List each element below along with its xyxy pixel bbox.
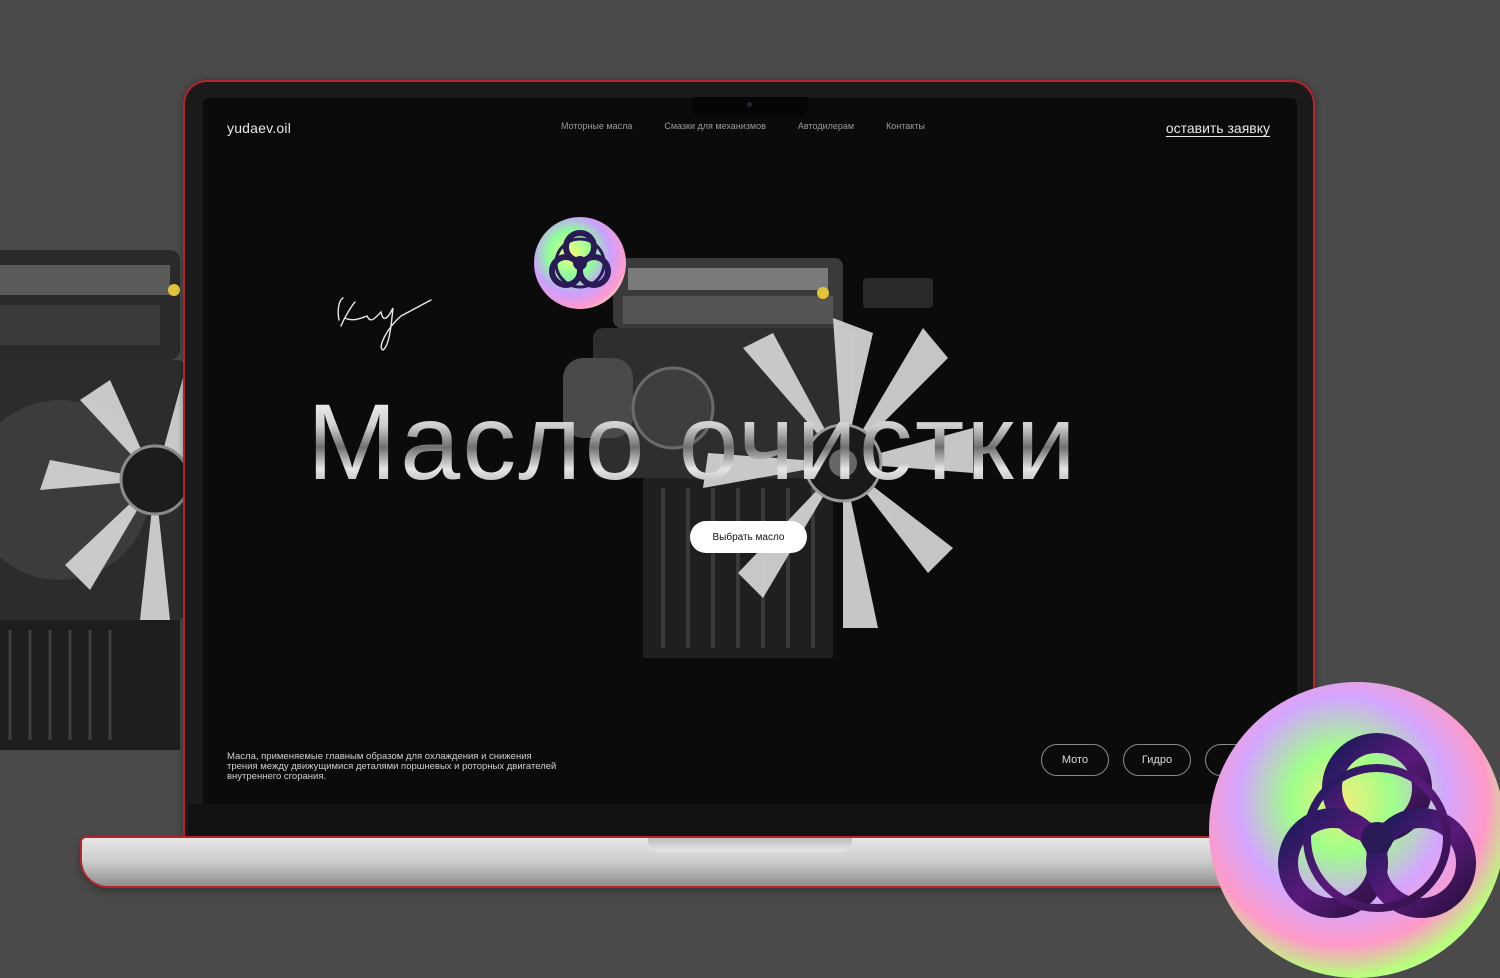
biohazard-icon [1209, 682, 1500, 978]
request-link[interactable]: оставить заявку [1166, 120, 1270, 136]
laptop-lid-bezel [188, 804, 1310, 840]
laptop-screen: yudaev.oil Моторные масла Смазки для мех… [203, 98, 1297, 804]
signature-mark [337, 297, 432, 351]
laptop-base-notch [648, 838, 852, 852]
nav-item-lubricants[interactable]: Смазки для механизмов [664, 121, 766, 131]
nav-item-contacts[interactable]: Контакты [886, 121, 925, 131]
camera-icon [747, 102, 752, 107]
choose-oil-button[interactable]: Выбрать масло [690, 521, 807, 553]
site-logo[interactable]: yudaev.oil [227, 120, 291, 136]
laptop-notch [692, 97, 808, 117]
hero-title: Масло очистки [307, 388, 1207, 496]
engine-image-left [0, 250, 190, 750]
biohazard-icon-small [534, 217, 626, 309]
hero-description: Масла, применяемые главным образом для о… [227, 751, 557, 782]
nav-item-motor-oils[interactable]: Моторные масла [561, 121, 632, 131]
main-nav: Моторные масла Смазки для механизмов Авт… [561, 121, 925, 131]
category-hydro-button[interactable]: Гидро [1123, 744, 1191, 776]
nav-item-dealers[interactable]: Автодилерам [798, 121, 854, 131]
category-moto-button[interactable]: Мото [1041, 744, 1109, 776]
